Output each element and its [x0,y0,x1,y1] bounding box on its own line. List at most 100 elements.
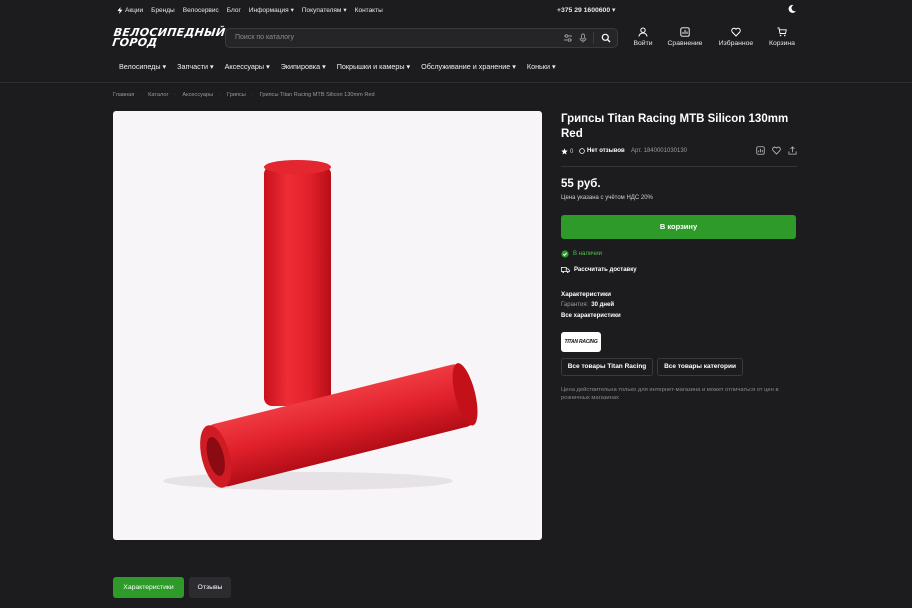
all-characteristics-link[interactable]: Все характеристики [561,313,621,319]
phone-number[interactable]: +375 29 1600600 ▾ [557,6,615,14]
top-link-customers[interactable]: Покупателям ▾ [301,6,347,15]
nav-label: Запчасти [177,62,209,71]
favorites-button[interactable]: Избранное [711,27,761,47]
reviews-link[interactable]: Нет отзывов [579,148,625,154]
vat-note: Цена указана с учётом НДС 20% [561,195,653,201]
top-link-promo[interactable]: Акции [117,6,143,14]
add-to-cart-button[interactable]: В корзину [561,215,796,239]
top-link-label: Акции [125,6,144,14]
search-icon[interactable] [601,33,611,43]
breadcrumb: Главная · Каталог · Аксессуары · Грипсы … [113,92,375,98]
moon-icon[interactable] [787,4,797,14]
top-link-info[interactable]: Информация ▾ [248,6,294,15]
product-grips-illustration [163,160,478,490]
reviews-label: Нет отзывов [587,148,625,154]
nav-item-skates[interactable]: Коньки ▾ [527,62,556,71]
nav-item-parts[interactable]: Запчасти ▾ [177,62,213,71]
product-actions [756,146,797,155]
top-links: Акции Бренды Велосервис Блог Информация ▾… [117,6,383,14]
breadcrumb-grips[interactable]: Грипсы [227,92,246,98]
characteristics-title: Характеристики [561,291,611,298]
cart-icon [777,27,787,37]
info-divider [561,166,797,167]
breadcrumb-separator: · [140,92,143,98]
compare-label: Сравнение [667,40,703,47]
nav-divider [0,82,912,83]
article-number: Арт. 1840001030130 [631,148,688,154]
breadcrumb-separator: · [174,92,177,98]
brand-products-button[interactable]: Все товары Titan Racing [561,358,653,376]
nav-label: Покрышки и камеры [336,62,405,71]
user-icon [638,27,648,37]
chevron-down-icon: ▾ [612,7,616,14]
nav-item-tires[interactable]: Покрышки и камеры ▾ [337,62,410,71]
tab-characteristics[interactable]: Характеристики [113,577,184,598]
nav-label: Велосипеды [119,62,161,71]
product-meta: 0 Нет отзывов Арт. 1840001030130 [561,146,797,158]
nav-item-equipment[interactable]: Экипировка ▾ [281,62,326,71]
search-bar[interactable]: Поиск по каталогу [225,28,618,48]
nav-item-service[interactable]: Обслуживание и хранение ▾ [421,62,516,71]
warranty-label: Гарантия: [561,302,589,308]
stock-label: В наличии [573,251,603,257]
top-link-service[interactable]: Велосервис [183,6,219,14]
comment-icon [579,148,585,154]
logo-line2: ГОРОД [111,36,159,49]
top-link-label: Информация [248,6,289,14]
rating[interactable]: 0 [561,148,573,155]
warranty-row: Гарантия: 30 дней [561,302,614,308]
lightning-icon [117,6,123,14]
category-products-button[interactable]: Все товары категории [657,358,743,376]
compare-icon [680,27,690,37]
top-link-label: Покупателям [301,6,342,14]
chevron-down-icon: ▾ [343,7,347,14]
check-circle-icon [561,250,569,258]
nav-item-accessories[interactable]: Аксессуары ▾ [225,62,270,71]
breadcrumb-accessories[interactable]: Аксессуары [182,92,213,98]
nav-label: Коньки [526,62,550,71]
heart-icon [731,27,741,37]
compare-button[interactable]: Сравнение [660,27,710,47]
site-logo[interactable]: ВЕЛОСИПЕДНЫЙ ГОРОД [111,26,226,49]
warranty-value: 30 дней [591,302,615,308]
rating-value: 0 [570,148,574,155]
search-divider [593,32,594,44]
product-title: Грипсы Titan Racing MTB Silicon 130mm Re… [561,113,789,140]
microphone-icon[interactable] [578,33,588,43]
breadcrumb-home[interactable]: Главная [113,92,134,98]
price-note: Цена действительна только для интернет-м… [561,387,779,401]
filter-icon[interactable] [563,33,573,43]
top-link-brands[interactable]: Бренды [151,6,175,14]
nav-label: Обслуживание и хранение [421,62,511,71]
heart-icon[interactable] [772,146,781,155]
stock-status: В наличии [561,250,602,258]
top-link-blog[interactable]: Блог [227,6,241,14]
phone-text: +375 29 1600600 [557,7,611,14]
truck-icon [561,267,570,273]
login-label: Войти [633,40,653,47]
product-image[interactable] [113,111,542,540]
breadcrumb-separator: · [219,92,221,98]
search-input[interactable]: Поиск по каталогу [235,34,294,41]
breadcrumb-current: Грипсы Titan Racing MTB Silicon 130mm Re… [259,92,375,98]
star-icon [561,148,568,155]
tab-reviews[interactable]: Отзывы [189,577,231,598]
chevron-down-icon: ▾ [290,7,294,14]
top-bar: Акции Бренды Велосервис Блог Информация ▾… [0,0,912,20]
nav-label: Аксессуары [224,62,265,71]
cart-button[interactable]: Корзина [757,27,807,47]
brand-logo[interactable]: TITAN RACING [561,332,601,352]
product-price: 55 руб. [561,178,601,190]
main-nav: Велосипеды ▾ Запчасти ▾ Аксессуары ▾ Эки… [119,62,556,71]
cart-label: Корзина [769,40,795,47]
delivery-label: Рассчитать доставку [574,267,637,273]
share-icon[interactable] [788,146,797,155]
nav-item-bikes[interactable]: Велосипеды ▾ [119,62,166,71]
breadcrumb-catalog[interactable]: Каталог [148,92,168,98]
delivery-calc-link[interactable]: Рассчитать доставку [561,266,637,274]
favorites-label: Избранное [718,40,754,47]
compare-icon[interactable] [756,146,765,155]
breadcrumb-separator: · [251,92,254,98]
top-link-contacts[interactable]: Контакты [355,6,383,14]
nav-label: Экипировка [280,62,321,71]
